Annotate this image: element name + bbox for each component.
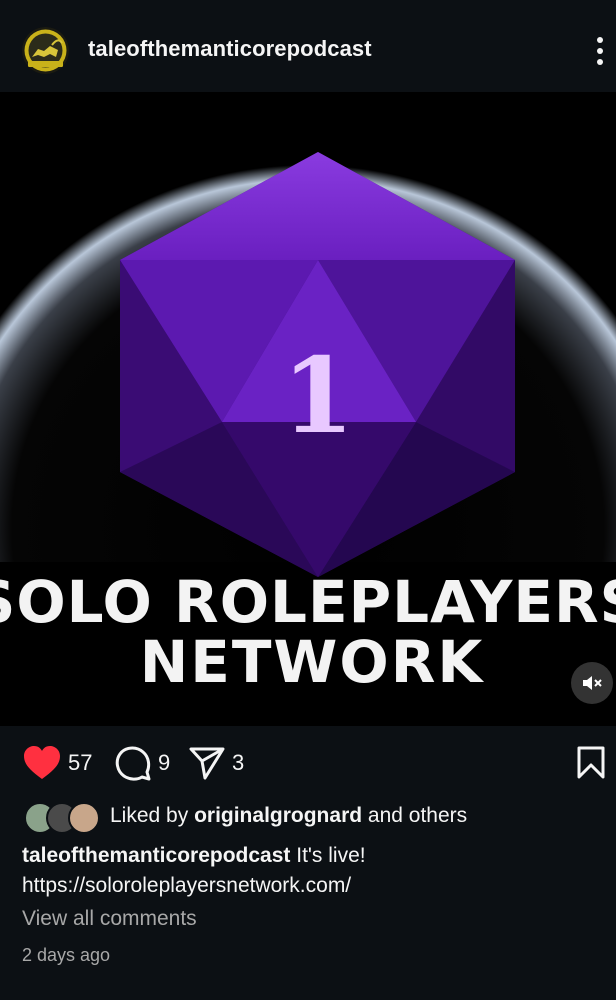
bookmark-icon xyxy=(577,746,605,779)
post-caption: taleofthemanticorepodcast It's live! htt… xyxy=(22,841,602,901)
share-button[interactable]: 3 xyxy=(188,735,244,791)
post-media[interactable]: 1 SOLO ROLEPLAYERS NETWORK xyxy=(0,92,616,726)
caption-link[interactable]: https://soloroleplayersnetwork.com/ xyxy=(22,874,351,897)
liker-avatars xyxy=(22,800,102,834)
like-button[interactable]: 57 xyxy=(22,735,92,791)
account-avatar[interactable] xyxy=(22,27,69,74)
liked-by-user[interactable]: originalgrognard xyxy=(194,804,362,827)
like-count: 57 xyxy=(68,750,93,775)
more-options-icon[interactable] xyxy=(590,36,610,66)
mute-button[interactable] xyxy=(571,662,613,704)
liked-by-suffix: and others xyxy=(367,804,468,827)
manticore-logo-icon xyxy=(22,27,69,74)
send-paper-plane-icon xyxy=(189,747,225,780)
image-title-line2: NETWORK xyxy=(140,628,485,696)
post-header: taleofthemanticorepodcast xyxy=(0,0,616,92)
comment-button[interactable]: 9 xyxy=(114,735,170,791)
comment-bubble-icon xyxy=(115,746,151,781)
post-timestamp: 2 days ago xyxy=(22,945,111,965)
liker-avatar xyxy=(68,802,100,834)
speaker-muted-icon xyxy=(583,676,602,690)
liked-by-row[interactable]: Liked by originalgrognard and others xyxy=(22,798,467,834)
caption-username[interactable]: taleofthemanticorepodcast xyxy=(22,844,290,867)
account-username[interactable]: taleofthemanticorepodcast xyxy=(88,36,372,62)
post-actions: 57 9 3 xyxy=(0,735,616,791)
save-button[interactable] xyxy=(576,735,606,791)
heart-filled-icon xyxy=(24,746,60,779)
die-number: 1 xyxy=(282,334,354,457)
comment-count: 9 xyxy=(158,750,171,775)
caption-text: It's live! xyxy=(296,844,366,867)
liked-by-prefix: Liked by xyxy=(110,804,189,827)
post-image: 1 SOLO ROLEPLAYERS NETWORK xyxy=(0,132,616,726)
view-all-comments-link[interactable]: View all comments xyxy=(22,907,197,931)
image-title-line1: SOLO ROLEPLAYERS xyxy=(0,568,616,636)
share-count: 3 xyxy=(232,750,245,775)
